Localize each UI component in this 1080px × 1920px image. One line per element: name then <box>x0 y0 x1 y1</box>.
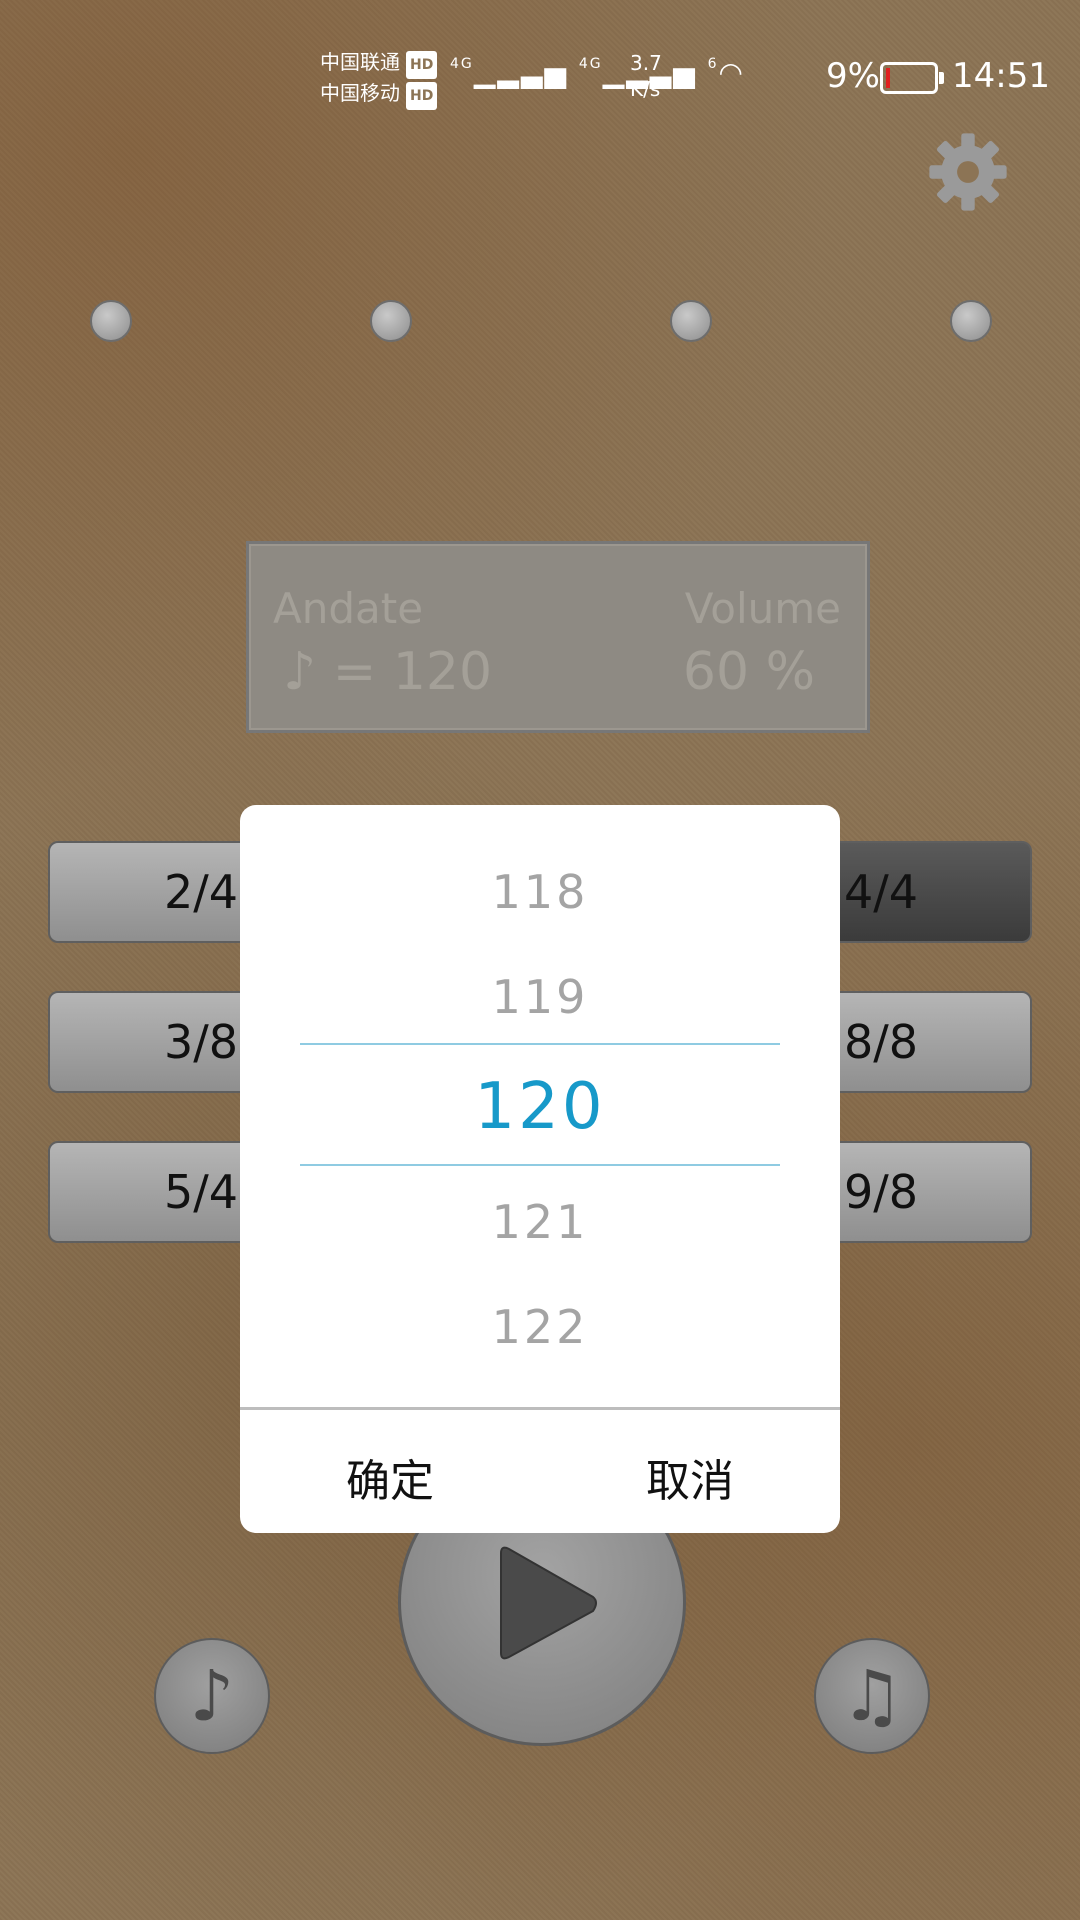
actions-divider <box>240 1407 840 1410</box>
selection-line-bottom <box>300 1164 780 1166</box>
selection-line-top <box>300 1043 780 1045</box>
picker-item-selected[interactable]: 120 <box>240 1070 840 1144</box>
picker-item[interactable]: 118 <box>240 865 840 919</box>
picker-item[interactable]: 122 <box>240 1300 840 1354</box>
picker-item[interactable]: 121 <box>240 1195 840 1249</box>
picker-item[interactable]: 119 <box>240 970 840 1024</box>
confirm-button[interactable]: 确定 <box>240 1445 540 1509</box>
tempo-picker-dialog: 118 119 120 121 122 确定 取消 <box>240 805 840 1533</box>
cancel-button[interactable]: 取消 <box>540 1445 840 1509</box>
